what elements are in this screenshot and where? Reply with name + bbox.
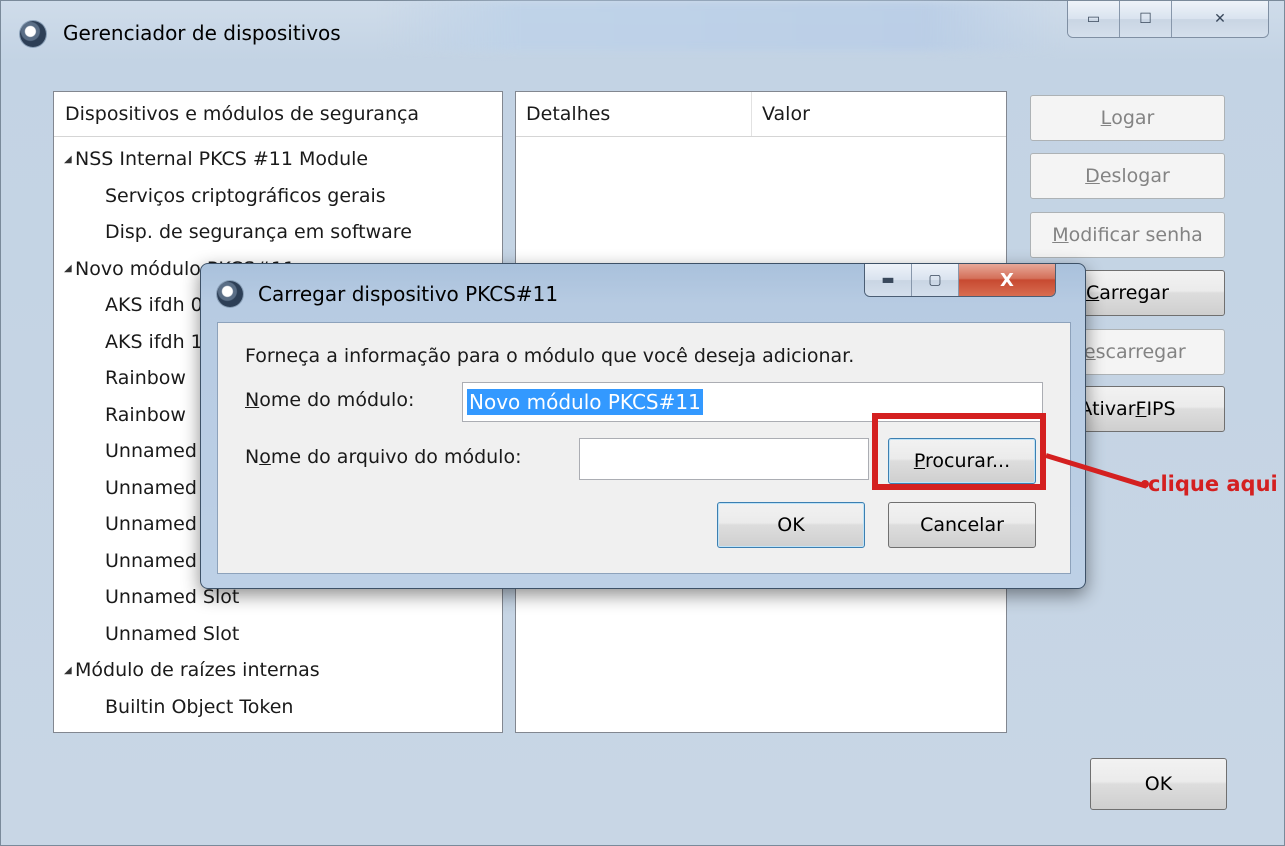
tree-expand-arrow-icon[interactable]: ◢ — [64, 154, 75, 165]
firefox-app-icon — [217, 281, 243, 307]
module-file-input[interactable] — [579, 438, 869, 480]
tree-node-label: Unnamed Slot — [105, 622, 240, 645]
ok-button[interactable]: OK — [1090, 758, 1227, 810]
tree-slot-node[interactable]: Unnamed Slot — [54, 616, 502, 653]
modificar-senha-button[interactable]: Modificar senha — [1030, 212, 1225, 258]
dialog-title: Carregar dispositivo PKCS#11 — [258, 282, 559, 306]
column-header-detalhes[interactable]: Detalhes — [516, 92, 752, 136]
tree-slot-node[interactable]: Builtin Object Token — [54, 689, 502, 726]
tree-module-node[interactable]: ◢ Módulo de raízes internas — [54, 652, 502, 689]
dialog-ok-button[interactable]: OK — [717, 502, 865, 548]
dialog-caption-buttons: ▬ ▢ X — [864, 264, 1056, 297]
minimize-button[interactable]: ▬ — [865, 264, 912, 296]
dialog-instructions: Forneça a informação para o módulo que v… — [245, 345, 855, 367]
tree-node-label: AKS ifdh 0 — [105, 294, 203, 317]
maximize-button[interactable]: ▢ — [912, 264, 959, 296]
module-name-label: Nome do módulo: — [245, 389, 415, 411]
window-caption-buttons: ▭ ☐ ✕ — [1067, 1, 1269, 38]
close-button[interactable]: X — [959, 264, 1055, 296]
tree-node-label: Serviços criptográficos gerais — [105, 184, 386, 207]
title-bar[interactable]: Gerenciador de dispositivos ▭ ☐ ✕ — [1, 1, 1284, 69]
tree-node-label: Módulo de raízes internas — [75, 659, 320, 682]
maximize-button[interactable]: ☐ — [1120, 1, 1172, 37]
annotation-highlight-box — [872, 413, 1046, 490]
tree-node-label: Rainbow — [105, 367, 186, 390]
firefox-app-icon — [20, 21, 46, 47]
tree-expand-arrow-icon[interactable]: ◢ — [64, 665, 75, 676]
module-file-label: Nome do arquivo do módulo: — [245, 446, 522, 468]
deslogar-button[interactable]: Deslogar — [1030, 153, 1225, 199]
tree-expand-arrow-icon[interactable]: ◢ — [64, 263, 75, 274]
column-header-valor[interactable]: Valor — [752, 92, 810, 136]
tree-node-label: NSS Internal PKCS #11 Module — [75, 148, 369, 171]
tree-slot-node[interactable]: Serviços criptográficos gerais — [54, 178, 502, 215]
tree-node-label: Unnamed Slot — [105, 586, 240, 609]
module-name-value: Novo módulo PKCS#11 — [467, 389, 703, 415]
dialog-cancel-button[interactable]: Cancelar — [888, 502, 1036, 548]
window-title: Gerenciador de dispositivos — [63, 21, 341, 45]
tree-node-label: Builtin Object Token — [105, 695, 294, 718]
logar-button[interactable]: Logar — [1030, 95, 1225, 141]
tree-slot-node[interactable]: Disp. de segurança em software — [54, 214, 502, 251]
tree-node-label: AKS ifdh 1 — [105, 330, 203, 353]
minimize-button[interactable]: ▭ — [1068, 1, 1120, 37]
annotation-text: clique aqui — [1148, 472, 1278, 496]
close-button[interactable]: ✕ — [1172, 1, 1268, 37]
blurred-background — [381, 1, 1061, 51]
tree-node-label: Disp. de segurança em software — [105, 221, 412, 244]
tree-node-label: Rainbow — [105, 403, 186, 426]
details-header: Detalhes Valor — [516, 92, 1006, 137]
tree-module-node[interactable]: ◢ NSS Internal PKCS #11 Module — [54, 141, 502, 178]
devices-column-header[interactable]: Dispositivos e módulos de segurança — [54, 92, 502, 137]
